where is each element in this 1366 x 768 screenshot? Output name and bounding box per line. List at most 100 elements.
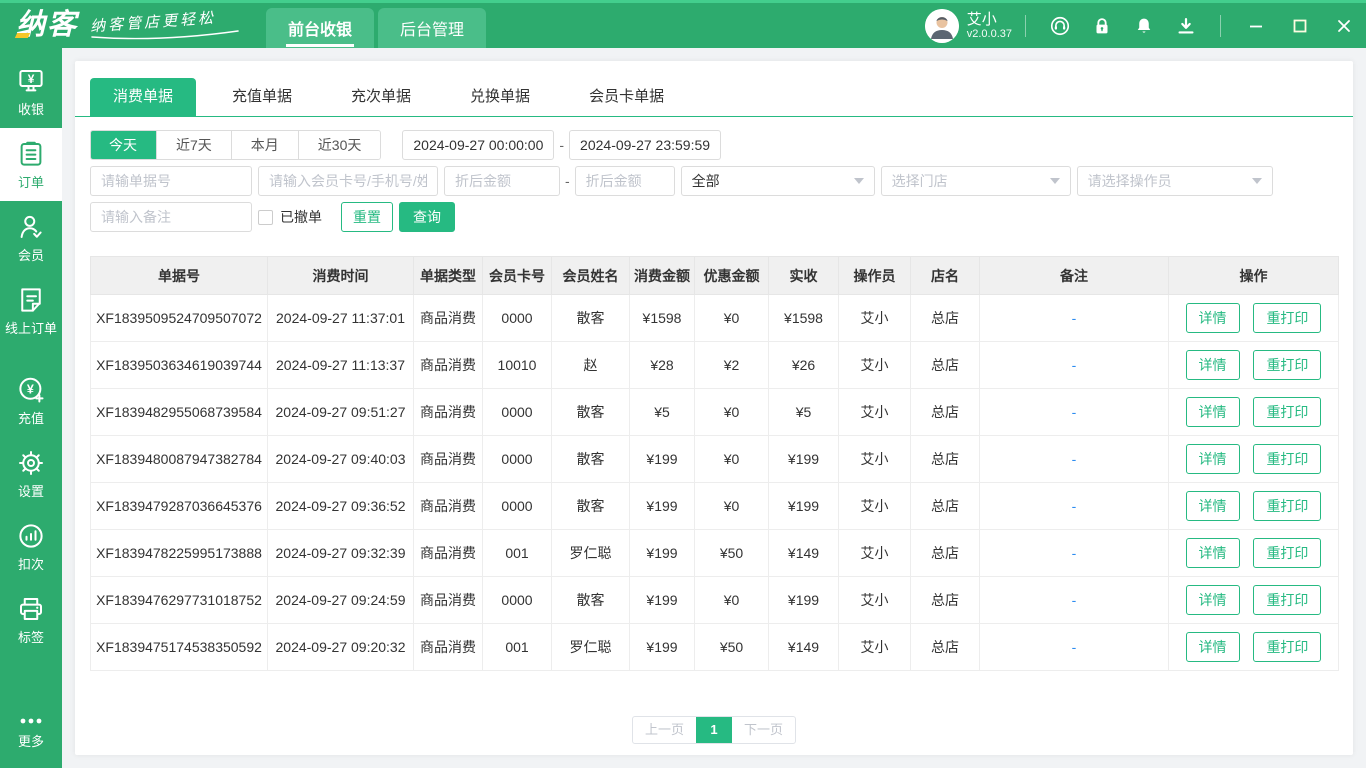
cell-paid: ¥149 xyxy=(768,623,839,671)
reprint-button[interactable]: 重打印 xyxy=(1253,444,1322,474)
reprint-button[interactable]: 重打印 xyxy=(1253,491,1322,521)
detail-button[interactable]: 详情 xyxy=(1185,397,1240,427)
cell-operator: 艾小 xyxy=(838,529,911,577)
sidebar-item-settings[interactable]: 设置 xyxy=(0,437,62,510)
sidebar-item-more[interactable]: 更多 xyxy=(0,704,62,760)
filter-row-actions: 已撤单 重置 查询 xyxy=(90,202,1339,232)
avatar[interactable] xyxy=(924,8,959,43)
cell-member: 散客 xyxy=(551,435,630,483)
cell-time: 2024-09-27 09:36:52 xyxy=(267,482,414,530)
lock-icon[interactable] xyxy=(1081,15,1123,37)
tab-recharge-orders[interactable]: 充值单据 xyxy=(209,78,315,116)
amount-max-input[interactable] xyxy=(574,166,675,196)
date-from-input[interactable] xyxy=(402,130,555,160)
detail-button[interactable]: 详情 xyxy=(1185,585,1240,615)
reprint-button[interactable]: 重打印 xyxy=(1253,538,1322,568)
sidebar-item-orders[interactable]: 订单 xyxy=(0,128,62,201)
recharge-yen-icon: ¥ xyxy=(19,377,44,402)
detail-button[interactable]: 详情 xyxy=(1185,538,1240,568)
reprint-button[interactable]: 重打印 xyxy=(1253,632,1322,662)
detail-button[interactable]: 详情 xyxy=(1185,491,1240,521)
current-page[interactable]: 1 xyxy=(696,717,732,743)
cell-card-no: 0000 xyxy=(482,435,552,483)
range-7days-button[interactable]: 近7天 xyxy=(156,131,231,159)
member-search-input[interactable] xyxy=(258,166,438,196)
tab-consume-orders[interactable]: 消费单据 xyxy=(90,78,197,116)
sidebar-item-label: 设置 xyxy=(17,483,44,499)
nav-tab-front-cashier[interactable]: 前台收银 xyxy=(266,8,375,48)
cell-store: 总店 xyxy=(910,529,980,577)
operator-select[interactable]: 请选择操作员 xyxy=(1076,166,1273,196)
brand: 纳客 纳客管店更轻松 xyxy=(16,10,240,40)
cell-order-no: XF1839509524709507072 xyxy=(90,294,268,342)
col-paid: 实收 xyxy=(768,256,839,295)
prev-page-button[interactable]: 上一页 xyxy=(633,717,696,743)
remark-input[interactable] xyxy=(90,202,252,232)
type-select-value: 全部 xyxy=(691,173,720,189)
date-to-input[interactable] xyxy=(569,130,722,160)
sidebar-item-labels[interactable]: 标签 xyxy=(0,583,62,656)
order-no-input[interactable] xyxy=(90,166,252,196)
app-slogan: 纳客管店更轻松 xyxy=(89,9,217,36)
cell-store: 总店 xyxy=(910,294,980,342)
tab-exchange-orders[interactable]: 兑换单据 xyxy=(447,78,553,116)
detail-button[interactable]: 详情 xyxy=(1185,444,1240,474)
revoked-checkbox[interactable] xyxy=(258,209,273,225)
sidebar-item-members[interactable]: 会员 xyxy=(0,201,62,274)
sidebar-item-online-orders[interactable]: 线上订单 xyxy=(0,274,62,347)
sidebar-item-deduct-times[interactable]: 扣次 xyxy=(0,510,62,583)
detail-button[interactable]: 详情 xyxy=(1185,350,1240,380)
reprint-button[interactable]: 重打印 xyxy=(1253,303,1322,333)
sidebar-item-cashier[interactable]: ¥ 收银 xyxy=(0,55,62,128)
cell-store: 总店 xyxy=(910,388,980,436)
cell-card-no: 0000 xyxy=(482,294,552,342)
more-dots-icon xyxy=(20,718,42,724)
sidebar-item-recharge[interactable]: ¥ 充值 xyxy=(0,364,62,437)
col-discount: 优惠金额 xyxy=(694,256,769,295)
range-today-button[interactable]: 今天 xyxy=(91,131,156,159)
cell-remark: - xyxy=(979,294,1169,342)
search-button[interactable]: 查询 xyxy=(399,202,455,232)
cell-card-no: 0000 xyxy=(482,576,552,624)
revoked-checkbox-label: 已撤单 xyxy=(280,209,322,225)
amount-range-separator: - xyxy=(565,173,570,189)
amount-min-input[interactable] xyxy=(444,166,560,196)
sidebar-item-label: 标签 xyxy=(17,629,44,645)
tab-recharge-times-orders[interactable]: 充次单据 xyxy=(328,78,434,116)
cell-operator: 艾小 xyxy=(838,294,911,342)
cell-time: 2024-09-27 09:51:27 xyxy=(267,388,414,436)
sidebar-item-label: 扣次 xyxy=(17,556,44,572)
store-select[interactable]: 选择门店 xyxy=(880,166,1071,196)
close-button[interactable] xyxy=(1322,3,1366,48)
user-name: 艾小 xyxy=(966,10,997,28)
orders-table-body: XF1839509524709507072 2024-09-27 11:37:0… xyxy=(90,294,1339,671)
detail-button[interactable]: 详情 xyxy=(1185,632,1240,662)
range-30days-button[interactable]: 近30天 xyxy=(297,131,381,159)
customer-service-icon[interactable] xyxy=(1039,15,1081,37)
detail-button[interactable]: 详情 xyxy=(1185,303,1240,333)
tab-member-card-orders[interactable]: 会员卡单据 xyxy=(566,78,687,116)
col-remark: 备注 xyxy=(979,256,1169,295)
cell-member: 散客 xyxy=(551,388,630,436)
nav-tab-backend-admin[interactable]: 后台管理 xyxy=(378,8,487,48)
cashier-monitor-icon: ¥ xyxy=(19,69,43,91)
bell-icon[interactable] xyxy=(1123,15,1165,37)
type-select[interactable]: 全部 xyxy=(680,166,875,196)
next-page-button[interactable]: 下一页 xyxy=(732,717,795,743)
cell-type: 商品消费 xyxy=(413,576,483,624)
reprint-button[interactable]: 重打印 xyxy=(1253,350,1322,380)
app-window: 纳客 纳客管店更轻松 前台收银 后台管理 艾小 v2.0.0.37 ¥ 收银 订… xyxy=(0,0,1366,768)
reprint-button[interactable]: 重打印 xyxy=(1253,397,1322,427)
deduct-chart-icon xyxy=(19,523,43,548)
reset-button[interactable]: 重置 xyxy=(341,202,393,232)
col-time: 消费时间 xyxy=(267,256,414,295)
cell-order-no: XF1839480087947382784 xyxy=(90,435,268,483)
reprint-button[interactable]: 重打印 xyxy=(1253,585,1322,615)
maximize-button[interactable] xyxy=(1278,3,1322,48)
filter-panel: 今天 近7天 本月 近30天 - - 全部 xyxy=(75,117,1353,238)
cell-member: 罗仁聪 xyxy=(551,623,630,671)
download-icon[interactable] xyxy=(1165,15,1207,37)
range-month-button[interactable]: 本月 xyxy=(230,131,298,159)
minimize-button[interactable] xyxy=(1234,3,1278,48)
cell-card-no: 0000 xyxy=(482,482,552,530)
